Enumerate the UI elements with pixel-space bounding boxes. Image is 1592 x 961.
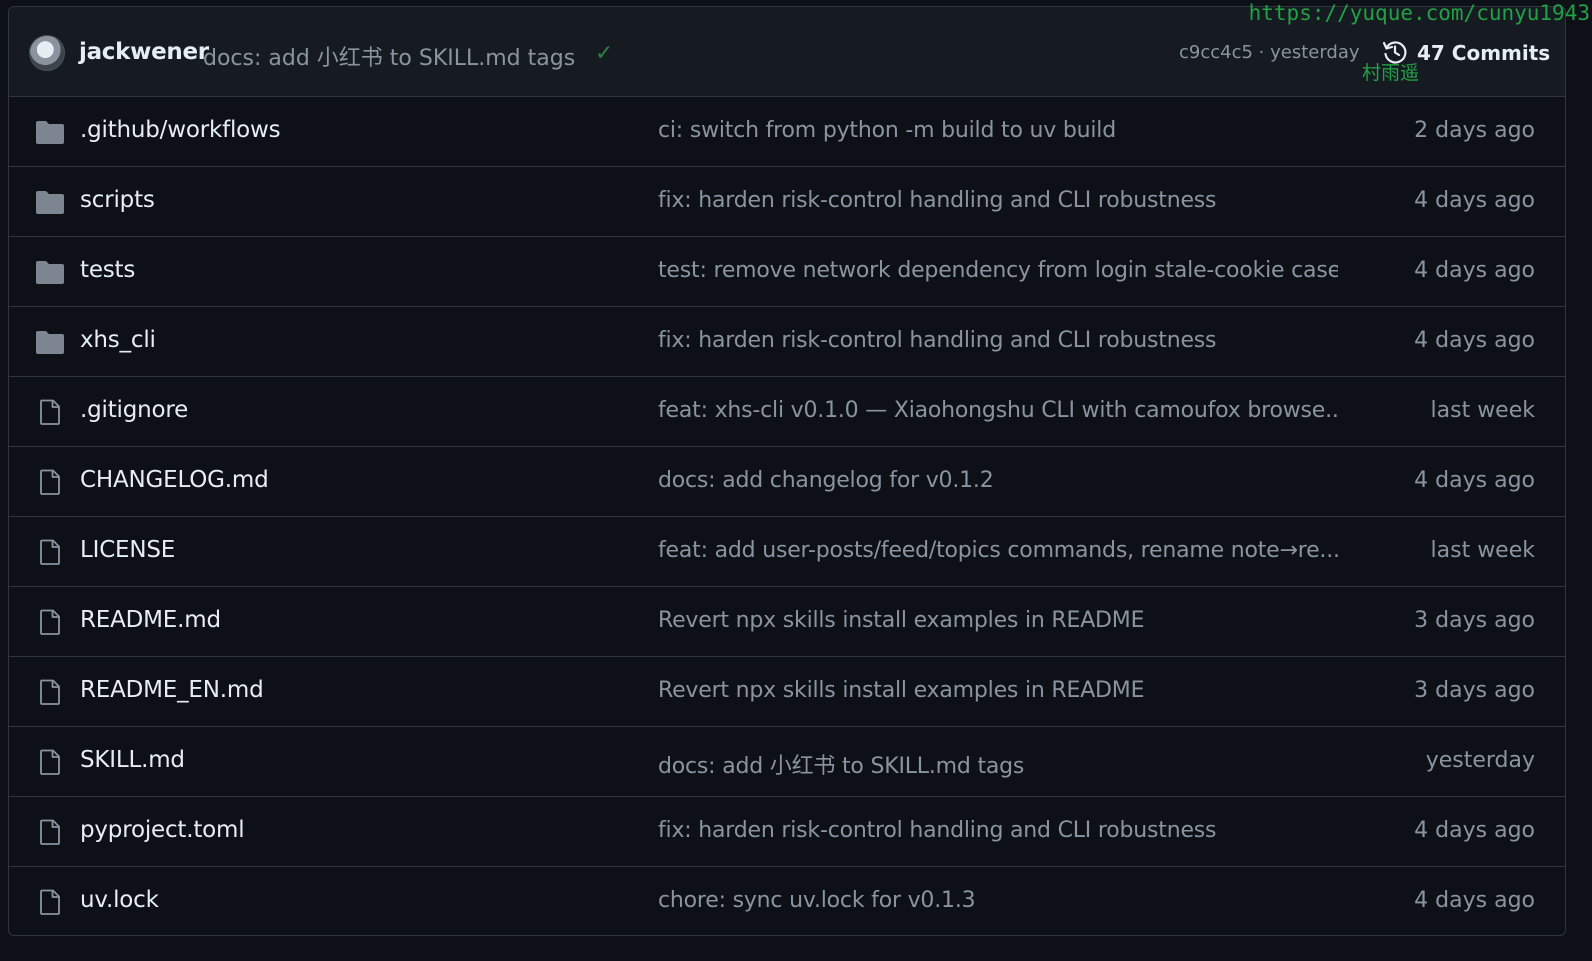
file-name-link[interactable]: uv.lock xyxy=(80,887,159,913)
file-row[interactable]: scripts fix: harden risk-control handling… xyxy=(9,167,1565,237)
file-name-link[interactable]: .gitignore xyxy=(80,397,188,423)
commit-time: last week xyxy=(1430,538,1535,563)
commit-time: 4 days ago xyxy=(1414,818,1535,843)
check-icon[interactable]: ✓ xyxy=(595,41,613,66)
commit-time: 3 days ago xyxy=(1414,678,1535,703)
commit-message-link[interactable]: feat: add user-posts/feed/topics command… xyxy=(658,538,1338,563)
folder-icon xyxy=(35,329,65,355)
file-icon xyxy=(35,889,65,915)
watermark-url: https://yuque.com/cunyu1943 xyxy=(1248,1,1590,25)
file-row[interactable]: xhs_cli fix: harden risk-control handling… xyxy=(9,307,1565,377)
commit-message-link[interactable]: test: remove network dependency from log… xyxy=(658,258,1338,283)
file-icon xyxy=(35,469,65,495)
file-icon xyxy=(35,679,65,705)
commit-time: 4 days ago xyxy=(1414,188,1535,213)
folder-icon xyxy=(35,189,65,215)
file-name-link[interactable]: scripts xyxy=(80,187,155,213)
watermark-name: 村雨遥 xyxy=(1362,62,1420,84)
file-row[interactable]: .github/workflows ci: switch from python … xyxy=(9,97,1565,167)
folder-icon xyxy=(35,119,65,145)
commit-time: last week xyxy=(1430,398,1535,423)
avatar[interactable] xyxy=(29,35,65,71)
file-row[interactable]: CHANGELOG.md docs: add changelog for v0.1… xyxy=(9,447,1565,517)
commit-time: 4 days ago xyxy=(1414,258,1535,283)
file-name-link[interactable]: SKILL.md xyxy=(80,747,185,773)
commit-message-link[interactable]: docs: add 小红书 to SKILL.md tags xyxy=(658,748,1024,780)
commit-message-link[interactable]: Revert npx skills install examples in RE… xyxy=(658,608,1144,633)
file-name-link[interactable]: tests xyxy=(80,257,135,283)
file-name-link[interactable]: pyproject.toml xyxy=(80,817,245,843)
file-icon xyxy=(35,539,65,565)
file-name-link[interactable]: CHANGELOG.md xyxy=(80,467,269,493)
file-row[interactable]: tests test: remove network dependency fro… xyxy=(9,237,1565,307)
file-row[interactable]: .gitignore feat: xhs-cli v0.1.0 — Xiaohon… xyxy=(9,377,1565,447)
file-icon xyxy=(35,819,65,845)
file-name-link[interactable]: .github/workflows xyxy=(80,117,281,143)
commit-time: 3 days ago xyxy=(1414,608,1535,633)
commit-message-link[interactable]: chore: sync uv.lock for v0.1.3 xyxy=(658,888,975,913)
commit-author-link[interactable]: jackwener xyxy=(79,39,209,65)
file-row[interactable]: pyproject.toml fix: harden risk-control h… xyxy=(9,797,1565,867)
file-row[interactable]: uv.lock chore: sync uv.lock for v0.1.3 4 d… xyxy=(9,867,1565,935)
file-row[interactable]: LICENSE feat: add user-posts/feed/topics … xyxy=(9,517,1565,587)
commit-message-link[interactable]: fix: harden risk-control handling and CL… xyxy=(658,328,1216,353)
file-name-link[interactable]: README_EN.md xyxy=(80,677,264,703)
commit-time: yesterday xyxy=(1425,748,1535,773)
commit-message-link[interactable]: fix: harden risk-control handling and CL… xyxy=(658,818,1216,843)
commit-message-link[interactable]: fix: harden risk-control handling and CL… xyxy=(658,188,1216,213)
file-row[interactable]: SKILL.md docs: add 小红书 to SKILL.md tags ye… xyxy=(9,727,1565,797)
file-icon xyxy=(35,609,65,635)
file-row[interactable]: README.md Revert npx skills install examp… xyxy=(9,587,1565,657)
file-name-link[interactable]: LICENSE xyxy=(80,537,175,563)
file-name-link[interactable]: README.md xyxy=(80,607,221,633)
file-icon xyxy=(35,399,65,425)
file-row[interactable]: README_EN.md Revert npx skills install ex… xyxy=(9,657,1565,727)
commit-message-link[interactable]: docs: add changelog for v0.1.2 xyxy=(658,468,994,493)
commit-message-link[interactable]: Revert npx skills install examples in RE… xyxy=(658,678,1144,703)
folder-icon xyxy=(35,259,65,285)
file-icon xyxy=(35,749,65,775)
commit-time: 2 days ago xyxy=(1414,118,1535,143)
commit-time: 4 days ago xyxy=(1414,888,1535,913)
commit-time: 4 days ago xyxy=(1414,468,1535,493)
file-browser: jackwener docs: add 小红书 to SKILL.md tags… xyxy=(8,6,1566,936)
commit-hash-time[interactable]: c9cc4c5 · yesterday xyxy=(1179,42,1360,63)
file-name-link[interactable]: xhs_cli xyxy=(80,327,156,353)
commit-message-link[interactable]: ci: switch from python -m build to uv bu… xyxy=(658,118,1116,143)
latest-commit-message[interactable]: docs: add 小红书 to SKILL.md tags xyxy=(203,40,575,72)
commits-count-link[interactable]: 47 Commits xyxy=(1417,41,1550,65)
commit-message-link[interactable]: feat: xhs-cli v0.1.0 — Xiaohongshu CLI w… xyxy=(658,398,1338,423)
commit-time: 4 days ago xyxy=(1414,328,1535,353)
